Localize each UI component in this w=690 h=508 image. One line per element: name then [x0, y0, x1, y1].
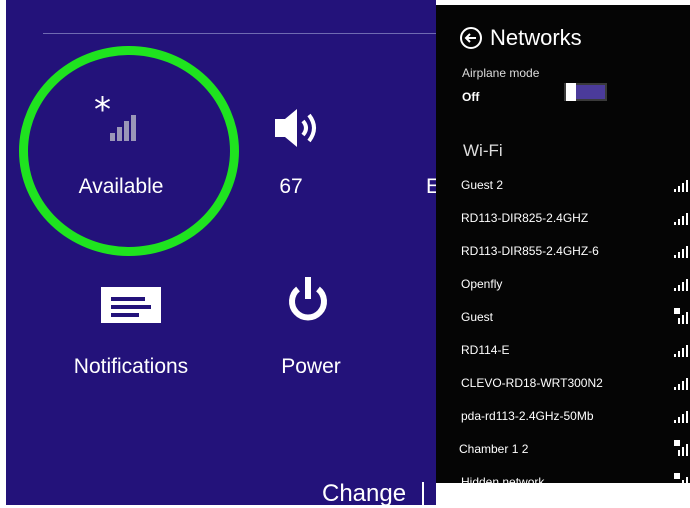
networks-title: Networks [490, 25, 582, 50]
power-icon [289, 277, 327, 321]
speaker-icon [275, 109, 316, 147]
network-item[interactable]: Guest 2 [436, 170, 690, 203]
network-name: Openfly [461, 277, 503, 291]
network-name: RD114-E [461, 343, 510, 357]
wifi-heading: Wi-Fi [463, 141, 503, 160]
airplane-mode-label: Airplane mode [462, 66, 540, 80]
network-name: Chamber 1 2 [459, 442, 529, 456]
bottom-strip [436, 483, 690, 505]
divider [43, 33, 436, 34]
volume-tile[interactable]: 67 [246, 90, 336, 210]
network-name: pda-rd113-2.4GHz-50Mb [461, 409, 594, 423]
signal-icon [674, 213, 688, 225]
volume-tile-label: 67 [279, 175, 303, 198]
signal-icon [674, 279, 688, 291]
network-item[interactable]: RD114-E [436, 335, 690, 368]
svg-text:*: * [94, 95, 111, 130]
networks-flyout: Networks Airplane mode Off Wi-Fi Guest 2… [436, 5, 690, 483]
notifications-tile[interactable]: Notifications [46, 275, 216, 395]
divider-bar [422, 482, 424, 508]
change-pc-settings-link[interactable]: Change [322, 480, 406, 505]
secured-signal-icon [674, 308, 688, 324]
network-name: RD113-DIR855-2.4GHZ-6 [461, 244, 599, 258]
network-name: Hidden network [461, 475, 545, 483]
airplane-mode-value: Off [462, 90, 480, 104]
notifications-tile-label: Notifications [73, 355, 189, 378]
power-tile-label: Power [281, 355, 341, 378]
notifications-icon [101, 287, 161, 323]
network-item[interactable]: Guest [436, 302, 690, 335]
network-name: CLEVO-RD18-WRT300N2 [461, 376, 603, 390]
clipped-tile-label: E [426, 175, 436, 198]
signal-icon [674, 246, 688, 258]
network-list: Guest 2 RD113-DIR825-2.4GHZ RD113-DIR855… [436, 170, 690, 483]
networks-header: Networks [460, 23, 582, 53]
toggle-thumb[interactable] [566, 83, 576, 101]
wifi-star-icon: * [94, 95, 136, 141]
signal-icon [674, 411, 688, 423]
network-item[interactable]: Chamber 1 2 [436, 434, 690, 467]
network-item[interactable]: Openfly [436, 269, 690, 302]
settings-panel: * Available 67 E Notifications Power Cha… [6, 0, 436, 505]
power-tile[interactable]: Power [261, 275, 361, 395]
back-arrow-icon[interactable] [460, 27, 482, 49]
network-name: RD113-DIR825-2.4GHZ [461, 211, 589, 225]
network-item[interactable]: pda-rd113-2.4GHz-50Mb [436, 401, 690, 434]
signal-icon [674, 345, 688, 357]
network-name: Guest 2 [461, 178, 504, 192]
network-item[interactable]: RD113-DIR825-2.4GHZ [436, 203, 690, 236]
secured-signal-icon [674, 440, 688, 456]
network-tile[interactable]: * Available [46, 90, 196, 210]
network-name: Guest [461, 310, 494, 324]
signal-icon [674, 180, 688, 192]
network-item[interactable]: CLEVO-RD18-WRT300N2 [436, 368, 690, 401]
secured-signal-icon [674, 473, 688, 483]
signal-icon [674, 378, 688, 390]
network-item[interactable]: RD113-DIR855-2.4GHZ-6 [436, 236, 690, 269]
network-item[interactable]: Hidden network [436, 467, 690, 483]
airplane-mode-toggle[interactable] [564, 83, 607, 101]
network-tile-label: Available [78, 175, 164, 198]
clipped-tile[interactable]: E [426, 90, 436, 210]
